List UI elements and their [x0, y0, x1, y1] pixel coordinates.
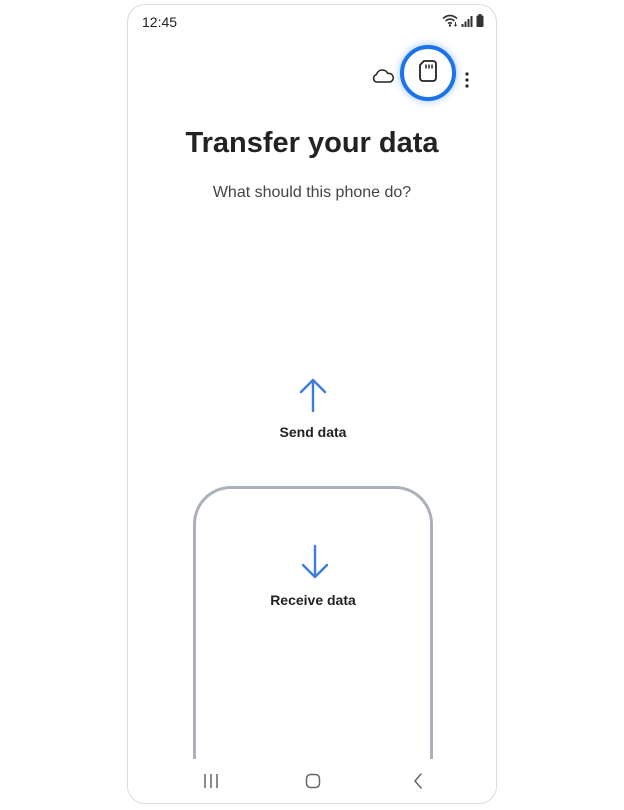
receive-data-option[interactable]: Receive data: [193, 486, 433, 803]
recents-icon[interactable]: [199, 771, 223, 791]
status-icons: [442, 14, 484, 32]
home-icon[interactable]: [301, 771, 325, 791]
more-options-icon[interactable]: [460, 69, 474, 91]
page-title: Transfer your data: [185, 127, 439, 159]
sd-card-button[interactable]: [400, 45, 456, 101]
arrow-up-icon: [297, 377, 329, 418]
arrow-down-icon: [299, 544, 331, 585]
cloud-icon[interactable]: [371, 66, 395, 86]
sd-card-icon: [418, 59, 438, 88]
action-bar: [128, 45, 496, 105]
back-icon[interactable]: [406, 771, 430, 791]
status-time: 12:45: [142, 14, 178, 30]
phone-screen: 12:45 Transfer your data What should thi…: [127, 4, 497, 804]
battery-icon: [476, 14, 484, 32]
send-data-option[interactable]: Send data: [238, 373, 388, 449]
navigation-bar: [128, 759, 496, 803]
wifi-icon: [442, 14, 458, 32]
send-data-label: Send data: [279, 424, 347, 440]
status-bar: 12:45: [128, 5, 496, 37]
signal-icon: [461, 14, 473, 32]
receive-data-label: Receive data: [270, 592, 356, 608]
page-subtitle: What should this phone do?: [212, 184, 412, 201]
